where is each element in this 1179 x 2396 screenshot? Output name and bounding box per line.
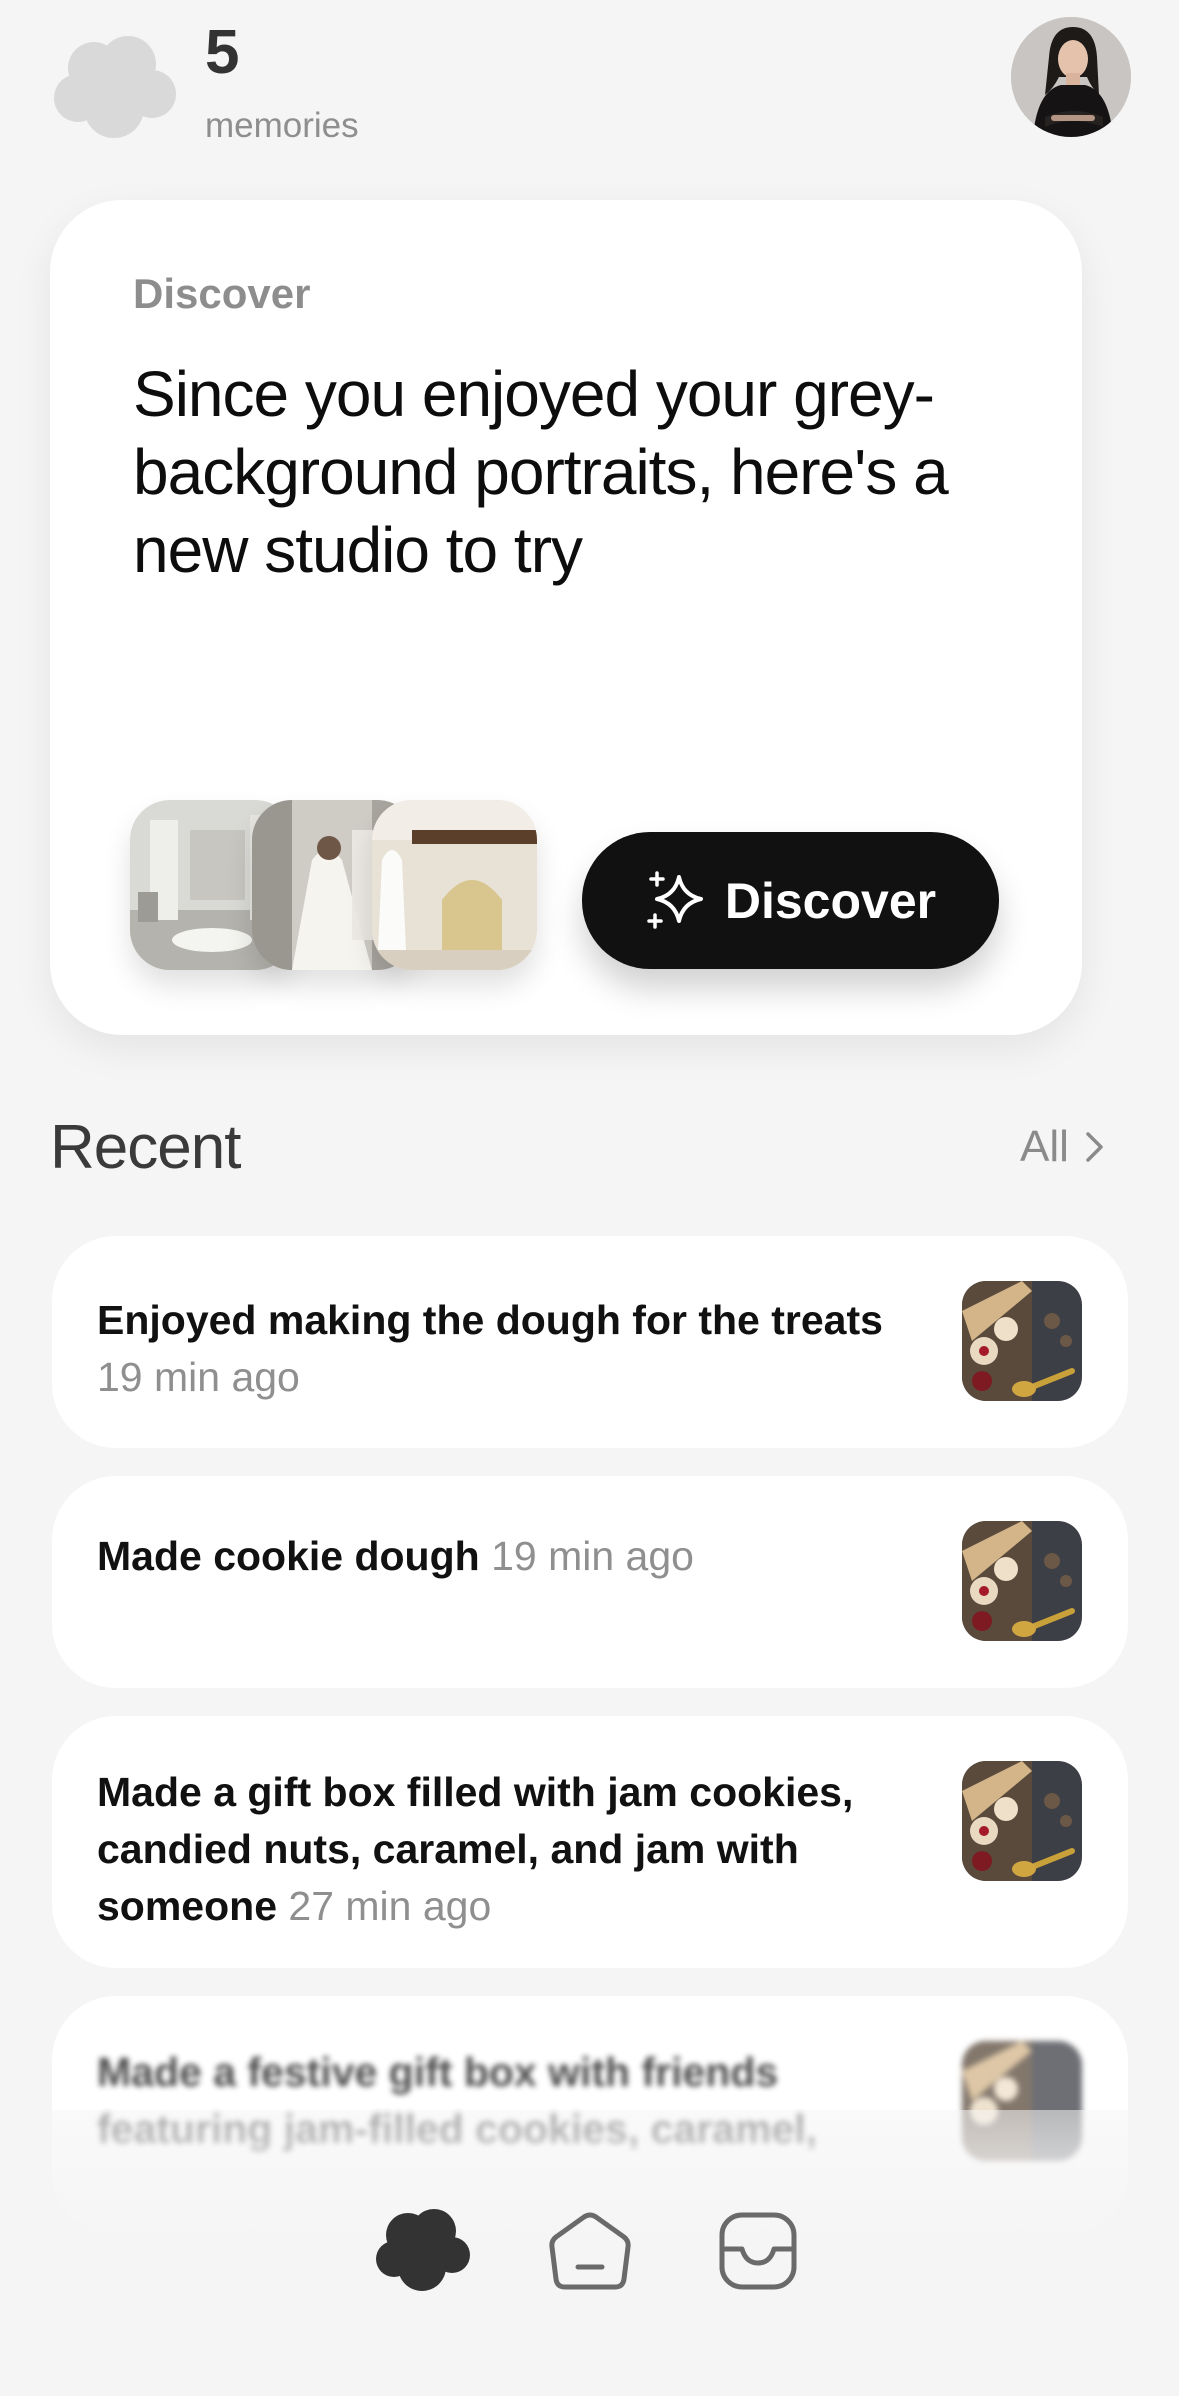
app-screen: 5 memories Discover Since you enjoyed yo… bbox=[0, 0, 1179, 2396]
header: 5 memories bbox=[0, 0, 1179, 170]
cookies-photo bbox=[962, 1521, 1082, 1641]
studio-thumbnails[interactable] bbox=[130, 800, 537, 975]
memory-list-item[interactable]: Made a gift box filled with jam cookies,… bbox=[52, 1716, 1128, 1968]
home-icon bbox=[549, 2212, 631, 2290]
memory-item-text: Enjoyed making the dough for the treats … bbox=[97, 1292, 937, 1406]
memory-thumbnail bbox=[962, 1761, 1082, 1881]
avatar[interactable] bbox=[1011, 17, 1131, 137]
memory-item-time: 19 min ago bbox=[491, 1533, 694, 1579]
cookies-photo bbox=[962, 1761, 1082, 1881]
memory-item-time: 19 min ago bbox=[97, 1354, 300, 1400]
cloud-icon bbox=[376, 2209, 470, 2291]
studio-thumbnail bbox=[372, 800, 537, 970]
sparkle-icon bbox=[647, 870, 703, 929]
memory-item-title: Made cookie dough bbox=[97, 1533, 480, 1579]
user-avatar-image bbox=[1011, 17, 1131, 137]
memory-item-text: Made cookie dough 19 min ago bbox=[97, 1528, 937, 1585]
cloud-icon[interactable] bbox=[52, 34, 176, 140]
cookies-photo bbox=[962, 1281, 1082, 1401]
memory-list-item[interactable]: Enjoyed making the dough for the treats … bbox=[52, 1236, 1128, 1448]
memory-count: 5 bbox=[205, 18, 240, 87]
discover-button[interactable]: Discover bbox=[582, 832, 999, 969]
discover-button-label: Discover bbox=[724, 872, 937, 929]
memory-item-title: Enjoyed making the dough for the treats bbox=[97, 1297, 883, 1343]
discover-card[interactable]: Discover Since you enjoyed your grey-bac… bbox=[50, 200, 1082, 1035]
nav-item-home[interactable] bbox=[540, 2205, 640, 2295]
recent-section-title: Recent bbox=[50, 1113, 241, 1182]
discover-eyebrow: Discover bbox=[133, 270, 311, 317]
discover-headline: Since you enjoyed your grey-background p… bbox=[133, 358, 949, 586]
memory-count-label: memories bbox=[205, 106, 359, 145]
see-all-label: All bbox=[1020, 1122, 1069, 1171]
see-all-link[interactable]: All bbox=[1020, 1122, 1107, 1172]
chevron-right-icon bbox=[1086, 1132, 1103, 1162]
memory-item-text: Made a gift box filled with jam cookies,… bbox=[97, 1764, 937, 1935]
memory-list-item[interactable]: Made cookie dough 19 min ago bbox=[52, 1476, 1128, 1688]
inbox-icon bbox=[719, 2212, 797, 2290]
nav-item-memories[interactable] bbox=[372, 2205, 472, 2295]
memory-item-time: 27 min ago bbox=[288, 1883, 492, 1929]
bottom-navigation bbox=[0, 2185, 1179, 2305]
memory-thumbnail bbox=[962, 1281, 1082, 1401]
nav-item-inbox[interactable] bbox=[708, 2205, 808, 2295]
memory-thumbnail bbox=[962, 1521, 1082, 1641]
